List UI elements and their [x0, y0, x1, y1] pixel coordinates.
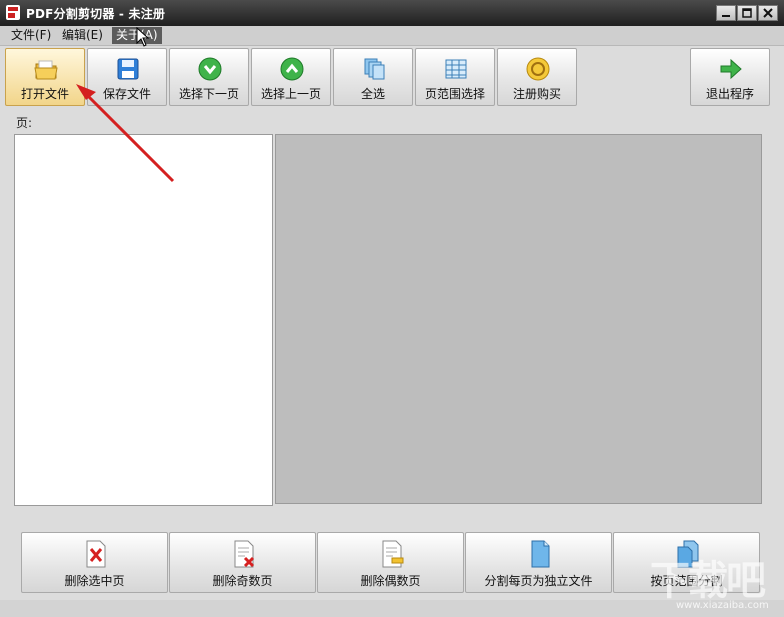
- split-each-page-button[interactable]: 分割每页为独立文件: [465, 532, 612, 593]
- open-file-label: 打开文件: [20, 87, 69, 101]
- save-file-button[interactable]: 保存文件: [87, 48, 167, 106]
- menu-bar: 文件(F) 编辑(E) 关于(A): [0, 26, 784, 46]
- register-buy-icon: [526, 57, 550, 81]
- register-buy-label: 注册购买: [512, 87, 561, 101]
- watermark-logo: 下载吧: [650, 558, 766, 604]
- minimize-icon: [722, 15, 730, 17]
- page-label: 页:: [16, 116, 33, 130]
- delete-odd-pages-button[interactable]: 删除奇数页: [169, 532, 316, 593]
- exit-arrow-icon: [720, 58, 742, 80]
- split-each-page-label: 分割每页为独立文件: [484, 574, 593, 588]
- select-prev-page-label: 选择上一页: [260, 87, 321, 101]
- maximize-icon: [742, 8, 752, 18]
- select-next-page-icon: [198, 57, 222, 81]
- delete-selected-page-label: 删除选中页: [64, 574, 125, 588]
- register-buy-button[interactable]: 注册购买: [497, 48, 577, 106]
- select-all-icon: [364, 58, 385, 80]
- menu-file[interactable]: 文件(F): [7, 27, 55, 44]
- delete-odd-pages-icon: [234, 540, 255, 568]
- mouse-cursor-icon: [136, 27, 150, 47]
- select-prev-page-button[interactable]: 选择上一页: [251, 48, 331, 106]
- minimize-button[interactable]: [716, 5, 736, 21]
- select-next-page-label: 选择下一页: [178, 87, 239, 101]
- save-icon: [117, 58, 139, 80]
- select-all-button[interactable]: 全选: [333, 48, 413, 106]
- exit-program-label: 退出程序: [705, 87, 754, 101]
- title-bar: PDF分割剪切器 - 未注册: [0, 0, 784, 26]
- menu-edit[interactable]: 编辑(E): [58, 27, 107, 44]
- split-each-page-icon: [531, 540, 550, 568]
- select-next-page-button[interactable]: 选择下一页: [169, 48, 249, 106]
- select-all-label: 全选: [360, 87, 385, 101]
- delete-odd-pages-label: 删除奇数页: [212, 574, 273, 588]
- delete-even-pages-button[interactable]: 删除偶数页: [317, 532, 464, 593]
- delete-selected-page-icon: [86, 540, 106, 568]
- delete-even-pages-label: 删除偶数页: [360, 574, 421, 588]
- folder-icon: [34, 60, 58, 80]
- exit-program-button[interactable]: 退出程序: [690, 48, 770, 106]
- close-button[interactable]: [758, 5, 778, 21]
- delete-even-pages-icon: [382, 540, 404, 568]
- delete-selected-page-button[interactable]: 删除选中页: [21, 532, 168, 593]
- select-prev-page-icon: [280, 57, 304, 81]
- close-icon: [763, 8, 773, 18]
- page-range-icon: [445, 59, 467, 79]
- open-file-button[interactable]: 打开文件: [5, 48, 85, 106]
- window-title: PDF分割剪切器 - 未注册: [26, 7, 166, 21]
- app-logo-icon: [6, 5, 20, 20]
- watermark-url: www.xiazaiba.com: [676, 600, 769, 611]
- page-range-select-label: 页范围选择: [424, 87, 485, 101]
- maximize-button[interactable]: [737, 5, 757, 21]
- page-list-panel[interactable]: [14, 134, 273, 506]
- save-file-label: 保存文件: [102, 87, 151, 101]
- page-preview-panel[interactable]: [275, 134, 762, 504]
- page-range-select-button[interactable]: 页范围选择: [415, 48, 495, 106]
